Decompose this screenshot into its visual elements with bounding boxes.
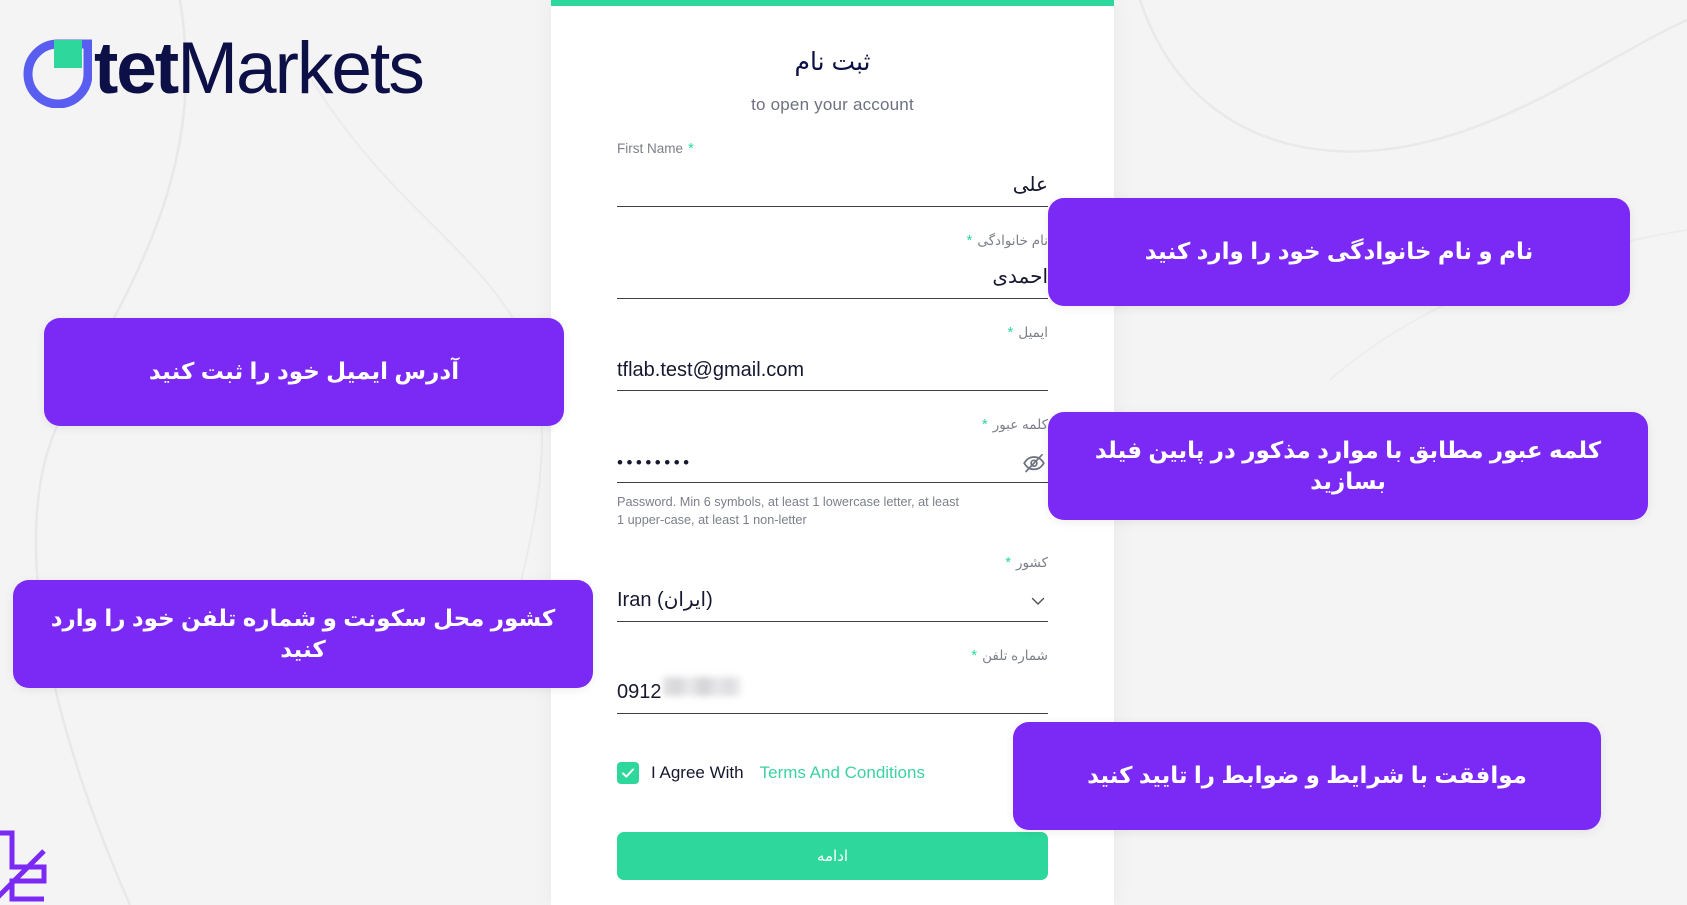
field-last-name: نام خانوادگی * احمدی [617, 233, 1048, 299]
brand-name-light: Markets [177, 28, 425, 109]
country-value[interactable]: Iran (ایران) [617, 580, 1048, 621]
first-name-label: First Name * [617, 141, 1048, 157]
phone-input[interactable]: 0912 [617, 672, 662, 713]
chevron-down-icon[interactable] [1030, 593, 1046, 609]
required-asterisk: * [966, 231, 973, 249]
brand-name-bold: tet [94, 28, 179, 109]
callout-accept-terms: موافقت با شرایط و ضوابط را تایید کنید [1013, 722, 1601, 830]
email-control[interactable]: tflab.test@gmail.com [617, 350, 1048, 392]
field-email: ایمیل * tflab.test@gmail.com [617, 325, 1048, 392]
required-asterisk: * [971, 646, 978, 664]
password-control[interactable]: •••••••• [617, 442, 1048, 484]
field-first-name: First Name * علی [617, 141, 1048, 207]
required-asterisk: * [1005, 554, 1012, 572]
email-input[interactable]: tflab.test@gmail.com [617, 350, 1048, 391]
terms-row: I Agree With Terms And Conditions [617, 761, 1048, 784]
field-password: کلمه عبور * •••••••• Password. Min 6 sym… [617, 417, 1048, 529]
phone-control[interactable]: 0912 [617, 673, 1048, 714]
brand-name: tetMarkets [94, 28, 425, 109]
country-select[interactable]: Iran (ایران) [617, 581, 1048, 622]
field-phone: شماره تلفن * 0912 [617, 648, 1048, 714]
field-country: کشور * Iran (ایران) [617, 555, 1048, 622]
terms-label: I Agree With [651, 762, 744, 782]
country-label-text: کشور [1016, 555, 1048, 571]
required-asterisk: * [1007, 323, 1014, 341]
required-asterisk: * [688, 139, 694, 157]
last-name-control[interactable]: احمدی [617, 258, 1048, 299]
required-asterisk: * [981, 416, 988, 434]
page-title: ثبت نام [794, 48, 871, 76]
brand-logo: tetMarkets [14, 24, 425, 114]
country-label: کشور * [617, 555, 1048, 571]
last-name-input[interactable]: احمدی [617, 257, 1048, 298]
callout-enter-email: آدرس ایمیل خود را ثبت کنید [44, 318, 564, 426]
signup-page: tetMarkets ثبت نام to open your account … [0, 0, 1687, 905]
brand-watermark-icon [0, 827, 52, 905]
phone-input-wrap[interactable]: 0912 [617, 672, 1048, 713]
password-hint: Password. Min 6 symbols, at least 1 lowe… [617, 495, 960, 528]
eye-off-icon[interactable] [1022, 451, 1046, 475]
continue-button[interactable]: ادامه [617, 831, 1048, 880]
first-name-label-text: First Name [617, 140, 684, 156]
terms-checkbox[interactable] [617, 761, 639, 784]
phone-label-text: شماره تلفن [982, 647, 1048, 663]
first-name-control[interactable]: علی [617, 166, 1048, 207]
callout-password-rules: کلمه عبور مطابق با موارد مذکور در پایین … [1048, 412, 1648, 520]
callout-country-phone: کشور محل سکونت و شماره تلفن خود را وارد … [13, 580, 593, 688]
email-label-text: ایمیل [1018, 324, 1048, 340]
otet-circle-logo-icon [14, 30, 93, 109]
phone-redacted-blur [662, 677, 741, 697]
last-name-label-text: نام خانوادگی [977, 232, 1048, 248]
callout-enter-name: نام و نام خانوادگی خود را وارد کنید [1048, 198, 1630, 306]
phone-label: شماره تلفن * [617, 648, 1048, 664]
page-subtitle: to open your account [751, 94, 914, 114]
email-label: ایمیل * [617, 325, 1048, 341]
password-label-text: کلمه عبور [992, 417, 1048, 433]
password-label: کلمه عبور * [617, 417, 1048, 433]
password-input[interactable]: •••••••• [617, 442, 1048, 483]
last-name-label: نام خانوادگی * [617, 233, 1048, 249]
first-name-input[interactable]: علی [617, 165, 1048, 206]
terms-and-conditions-link[interactable]: Terms And Conditions [760, 763, 925, 783]
